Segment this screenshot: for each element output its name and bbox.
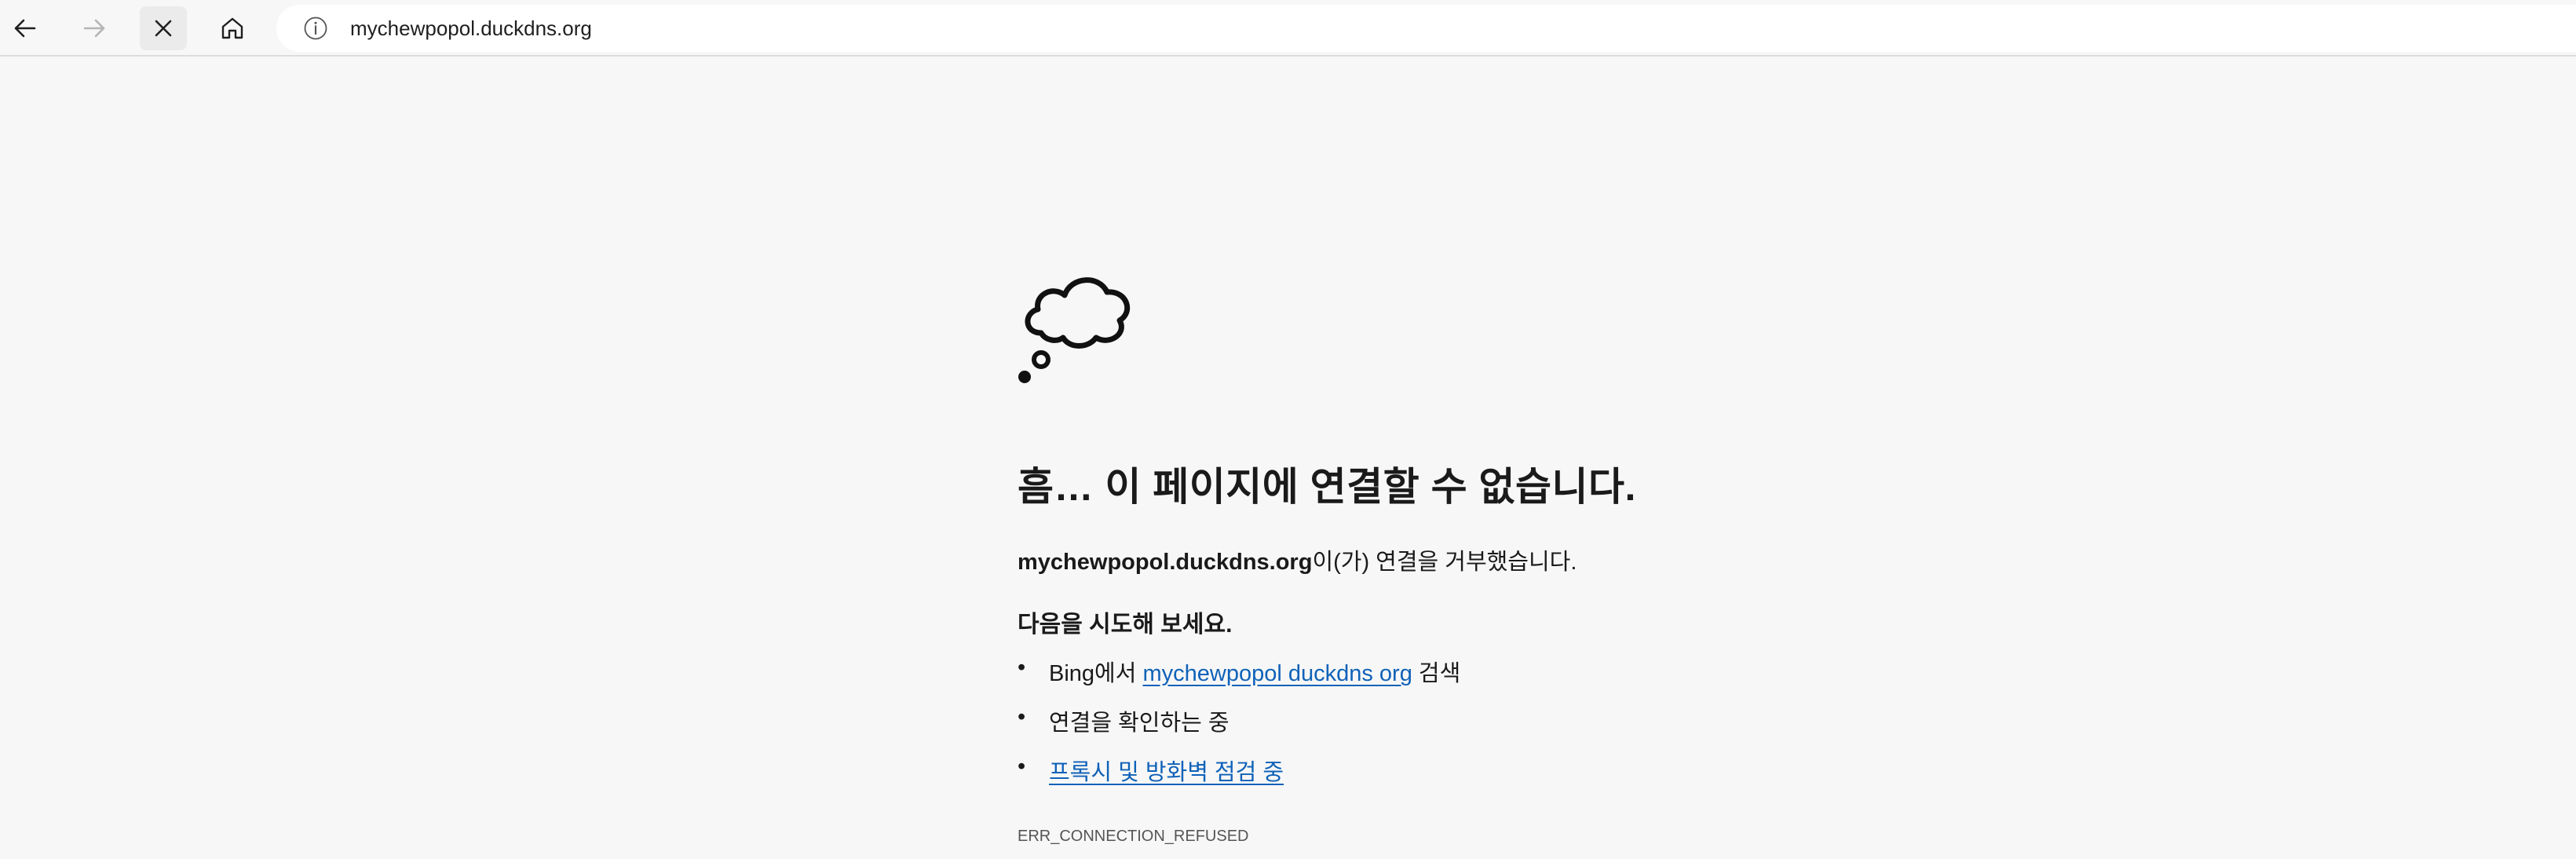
site-info-button[interactable] xyxy=(300,13,331,44)
proxy-firewall-link[interactable]: 프록시 및 방화벽 점검 중 xyxy=(1049,760,1284,785)
error-title: 흠… 이 페이지에 연결할 수 없습니다. xyxy=(1018,465,1636,509)
list-item: Bing에서 mychewpopol duckdns org 검색 xyxy=(1018,655,1460,704)
forward-button[interactable] xyxy=(71,6,118,50)
refused-message: mychewpopol.duckdns.org이(가) 연결을 거부했습니다. xyxy=(1018,543,1577,576)
suggestion-list: Bing에서 mychewpopol duckdns org 검색 연결을 확인… xyxy=(1018,655,1460,803)
thought-cloud-icon xyxy=(1018,277,1131,383)
list-item: 연결을 확인하는 중 xyxy=(1018,704,1460,754)
check-connection-text: 연결을 확인하는 중 xyxy=(1049,711,1230,736)
info-icon xyxy=(304,16,327,40)
stop-loading-button[interactable] xyxy=(140,6,187,50)
back-arrow-icon xyxy=(14,19,36,38)
refused-host: mychewpopol.duckdns.org xyxy=(1018,550,1313,575)
refused-suffix: 이(가) 연결을 거부했습니다. xyxy=(1312,550,1577,575)
address-bar[interactable]: mychewpopol.duckdns.org xyxy=(276,5,2576,52)
home-button[interactable] xyxy=(209,6,256,50)
browser-toolbar: mychewpopol.duckdns.org xyxy=(0,0,2576,57)
search-suffix: 검색 xyxy=(1412,661,1461,686)
error-code: ERR_CONNECTION_REFUSED xyxy=(1018,828,1249,845)
close-icon xyxy=(155,20,172,37)
search-prefix: Bing에서 xyxy=(1049,661,1143,686)
bing-search-link[interactable]: mychewpopol duckdns org xyxy=(1142,661,1412,686)
address-url[interactable]: mychewpopol.duckdns.org xyxy=(350,16,592,41)
back-button[interactable] xyxy=(2,6,49,50)
forward-arrow-icon xyxy=(83,19,105,38)
list-item: 프록시 및 방화벽 점검 중 xyxy=(1018,754,1460,803)
try-heading: 다음을 시도해 보세요. xyxy=(1018,612,1233,638)
home-icon xyxy=(221,17,243,39)
